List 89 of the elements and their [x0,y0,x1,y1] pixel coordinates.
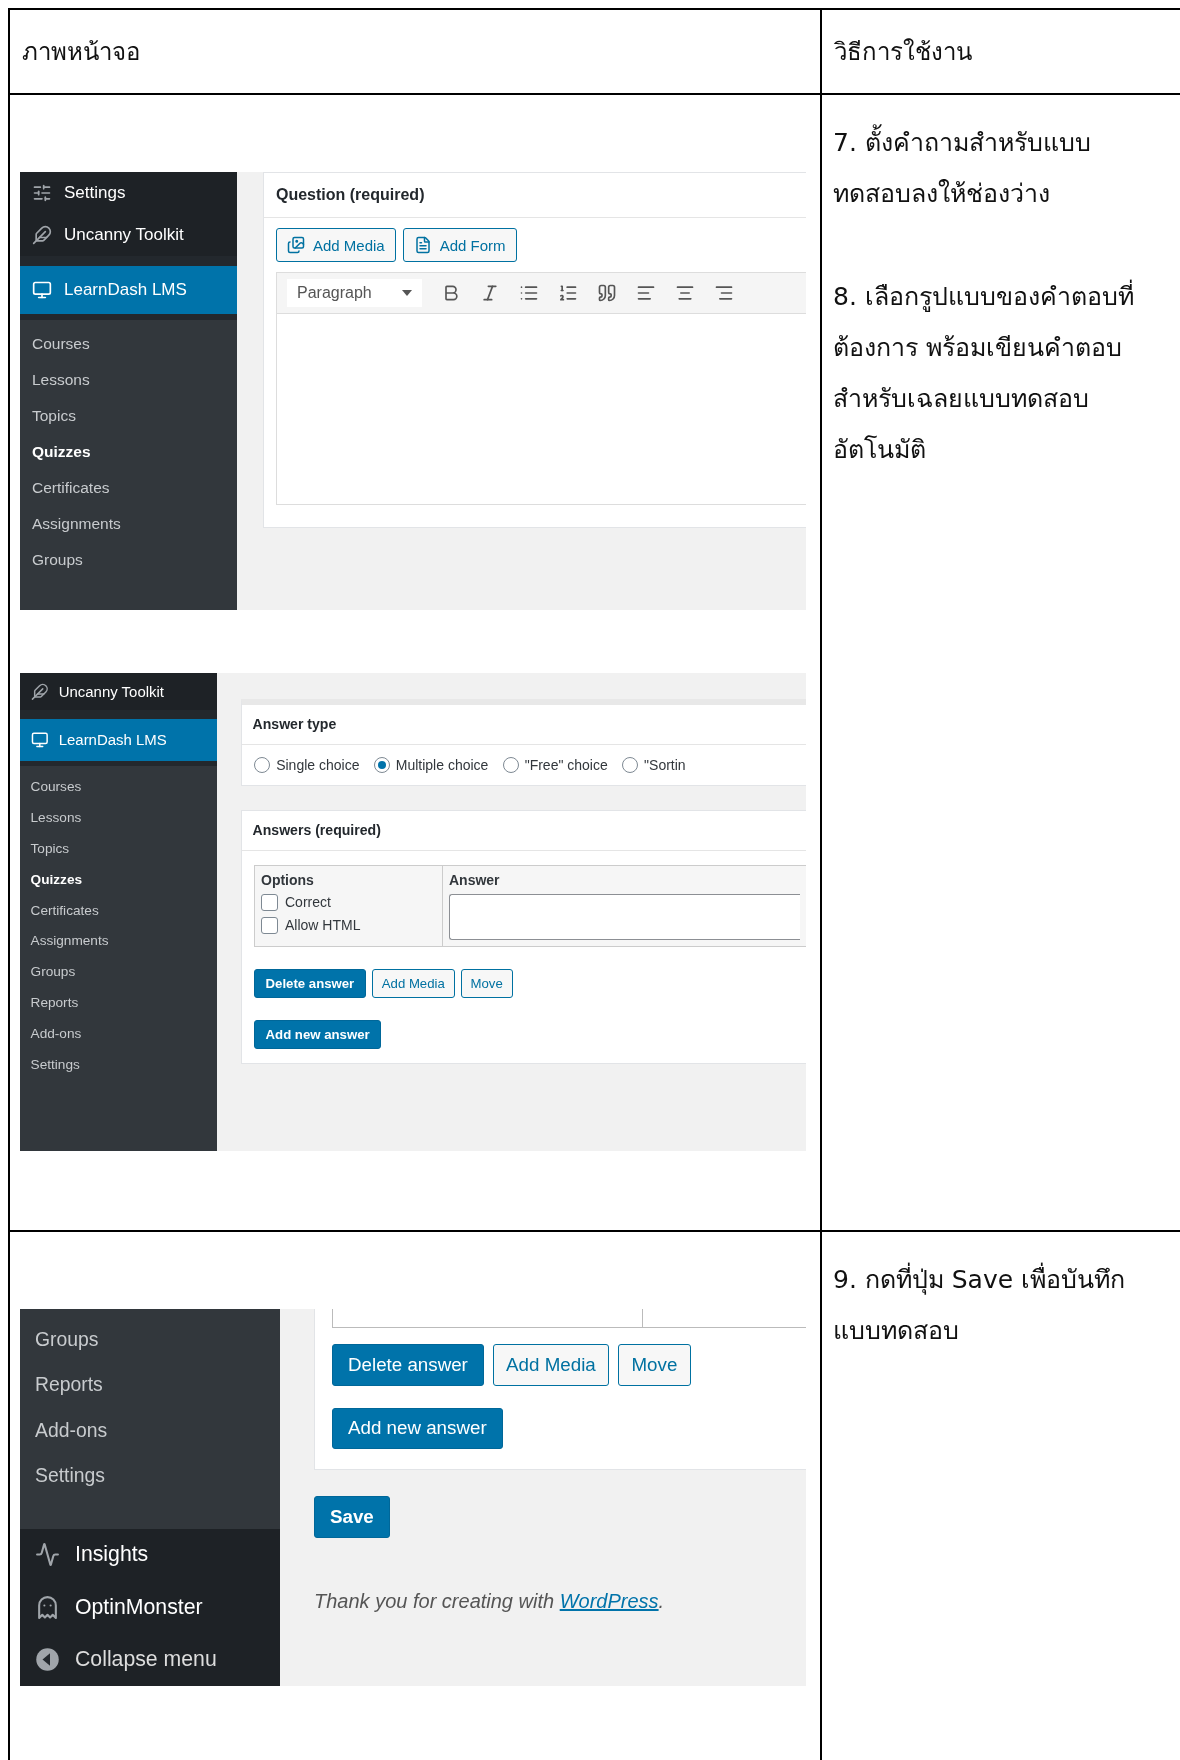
wordpress-link[interactable]: WordPress [559,1589,659,1612]
format-dropdown[interactable]: Paragraph [287,279,422,307]
column-header: วิธีการใช้งาน [834,37,972,68]
feather-icon [30,682,49,701]
menu-item[interactable]: Settings [20,172,237,214]
menu-label: LearnDash LMS [64,280,187,300]
answer-field[interactable] [449,893,800,940]
menu-item[interactable]: Assignments [20,925,217,957]
bullet-list-icon[interactable] [518,283,539,303]
menu-item[interactable]: Quizzes [20,863,217,895]
checkbox-label: Allow HTML [285,917,361,934]
menu-item[interactable]: Lessons [20,802,217,834]
answer-action-button[interactable]: Move [618,1344,691,1386]
answer-action-button[interactable]: Add Media [371,968,455,999]
menu-item[interactable]: LearnDash LMS [20,718,217,761]
menu-item[interactable]: Settings [20,1453,280,1499]
menu-item[interactable]: Groups [20,956,217,988]
activity-icon [35,1542,60,1568]
instruction-text: 9. กดที่ปุ่ม Save เพื่อบันทึกแบบทดสอบ [833,1254,1168,1356]
save-button[interactable]: Save [314,1496,390,1538]
menu-item[interactable]: Uncanny Toolkit [20,673,217,710]
media-button[interactable]: Add Media [276,228,396,262]
menu-item[interactable]: Collapse menu [20,1633,280,1686]
align-left-icon[interactable] [635,283,656,303]
add-answer-button[interactable]: Add new answer [254,1020,382,1050]
answer-action-button[interactable]: Move [460,968,513,999]
radio-button[interactable] [502,756,519,773]
menu-item[interactable]: Groups [20,542,237,578]
menu-item[interactable]: Certificates [20,470,237,506]
menu-item[interactable]: Add-ons [20,1018,217,1049]
ghost-icon [35,1594,60,1620]
delete-answer-button[interactable]: Delete answer [254,968,366,999]
menu-label: Uncanny Toolkit [58,682,164,700]
radio-button[interactable] [254,756,270,773]
footer-text: Thank you for creating with WordPress. [314,1589,666,1613]
menu-label: Settings [64,183,126,203]
menu-label: OptinMonster [75,1594,203,1620]
answer-action-button[interactable]: Add Media [492,1344,610,1386]
panel-title: Answer type [242,705,806,745]
radio-label: "Sortin [644,756,686,773]
sliders-icon [32,183,52,203]
align-center-icon[interactable] [674,283,695,303]
radio-button[interactable] [621,756,638,773]
menu-item[interactable]: Assignments [20,506,237,542]
panel-title: Question (required) [264,173,806,218]
instruction-text: 8. เลือกรูปแบบของคำตอบที่ต้องการ พร้อมเขียนคำตอบสำหรับเฉลยแบบทดสอบอัตโนมัติ [833,271,1168,475]
menu-item[interactable]: Courses [20,771,217,803]
menu-label: LearnDash LMS [58,731,167,749]
images-icon [287,236,305,254]
quote-icon[interactable] [596,283,617,303]
column-header: Options [261,871,315,888]
document-icon [413,236,432,254]
menu-item[interactable]: Topics [20,833,217,864]
column-header: Answer [449,871,501,888]
radio-label: "Free" choice [524,756,608,773]
menu-item[interactable]: Topics [20,398,237,434]
menu-item[interactable]: Uncanny Toolkit [20,214,237,256]
checkbox[interactable] [261,916,278,934]
menu-item[interactable]: Certificates [20,894,217,926]
radio-label: Multiple choice [395,756,489,773]
instruction-text: 7. ตั้งคำถามสำหรับแบบทดสอบลงให้ช่องว่าง [833,117,1168,219]
menu-item[interactable]: Insights [20,1528,280,1581]
menu-label: Collapse menu [75,1647,217,1673]
monitor-icon [30,731,49,749]
radio-button[interactable] [373,756,390,773]
monitor-icon [32,280,52,300]
checkbox[interactable] [261,893,278,911]
menu-item[interactable]: Groups [20,1316,280,1362]
align-right-icon[interactable] [713,283,734,303]
menu-item[interactable]: Lessons [20,362,237,398]
menu-label: Uncanny Toolkit [64,225,184,245]
numbered-list-icon[interactable] [557,283,578,303]
menu-label: Insights [75,1542,149,1568]
menu-item[interactable]: Reports [20,987,217,1018]
delete-answer-button[interactable]: Delete answer [332,1344,484,1386]
menu-item[interactable]: Settings [20,1048,217,1080]
column-header: ภาพหน้าจอ [22,37,140,68]
panel-title: Answers (required) [242,810,806,851]
menu-item[interactable]: Add-ons [20,1407,280,1453]
caret-icon [401,290,412,296]
radio-label: Single choice [276,756,360,773]
menu-item[interactable]: Reports [20,1362,280,1408]
add-answer-button[interactable]: Add new answer [332,1407,503,1449]
menu-item[interactable]: OptinMonster [20,1581,280,1634]
menu-item[interactable]: Courses [20,326,237,362]
checkbox-label: Correct [285,894,331,911]
feather-icon [32,225,52,245]
menu-item[interactable]: Quizzes [20,434,237,470]
media-button[interactable]: Add Form [402,228,517,262]
